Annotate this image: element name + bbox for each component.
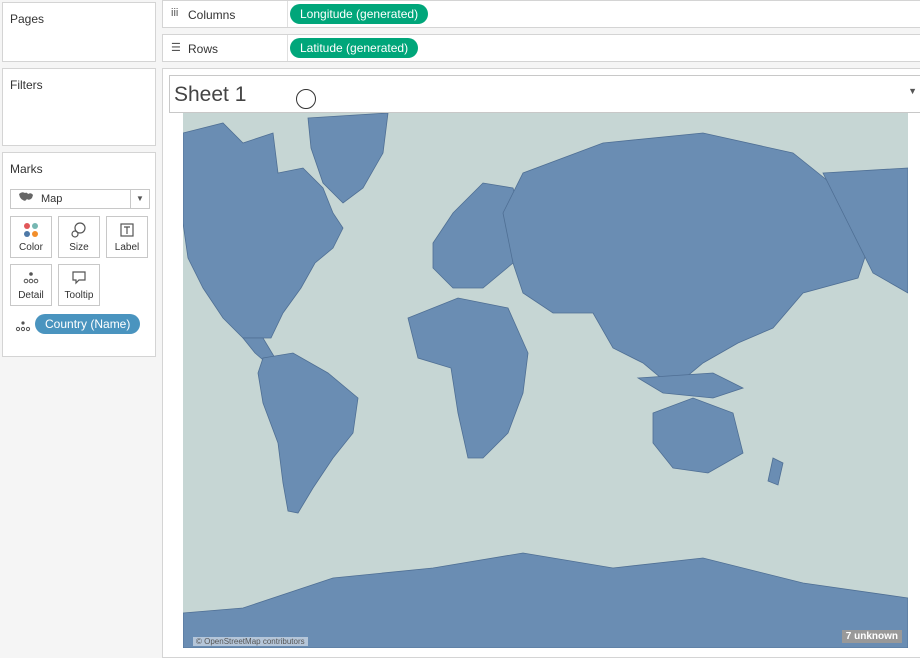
label-label: Label (114, 242, 140, 253)
color-icon (11, 222, 51, 238)
detail-label: Detail (18, 290, 44, 301)
unknown-indicator[interactable]: 7 unknown (841, 630, 902, 643)
country-name-pill[interactable]: Country (Name) (35, 314, 141, 334)
chevron-down-icon[interactable]: ▼ (130, 190, 149, 208)
rows-icon: ☰ (171, 42, 181, 54)
label-icon (107, 222, 147, 238)
color-button[interactable]: Color (10, 216, 52, 258)
tooltip-button[interactable]: Tooltip (58, 264, 100, 306)
filters-card[interactable]: Filters (2, 68, 156, 146)
cursor-icon (296, 89, 316, 109)
map-icon (18, 190, 34, 209)
longitude-pill[interactable]: Longitude (generated) (290, 4, 429, 24)
sheet-title[interactable]: Sheet 1 (174, 83, 246, 107)
australia-landmass (652, 397, 744, 474)
detail-icon (11, 270, 51, 286)
size-button[interactable]: Size (58, 216, 100, 258)
latitude-pill[interactable]: Latitude (generated) (290, 38, 419, 58)
view-pane: Sheet 1 ▼ © OpenStreetMap contributors 7… (162, 68, 920, 658)
map-attribution[interactable]: © OpenStreetMap contributors (193, 637, 308, 646)
antarctica-landmass (183, 552, 908, 648)
world-map[interactable]: © OpenStreetMap contributors 7 unknown (183, 113, 908, 648)
color-label: Color (19, 242, 43, 253)
new-zealand-landmass (767, 457, 784, 486)
south-america-landmass (257, 352, 359, 514)
pages-title: Pages (10, 12, 45, 26)
mark-type-dropdown[interactable]: Map ▼ (10, 189, 150, 209)
filters-title: Filters (10, 78, 43, 92)
columns-icon: iii (171, 7, 179, 19)
map-canvas (183, 113, 908, 648)
detail-button[interactable]: Detail (10, 264, 52, 306)
tooltip-label: Tooltip (64, 290, 94, 301)
label-button[interactable]: Label (106, 216, 148, 258)
pages-card[interactable]: Pages (2, 2, 156, 62)
size-icon (59, 222, 99, 238)
tooltip-icon (59, 270, 99, 286)
rows-shelf[interactable]: ☰ Rows Latitude (generated) (162, 34, 920, 62)
shelf-divider (287, 1, 288, 27)
rows-label: Rows (188, 42, 219, 56)
shelf-divider (287, 35, 288, 61)
mark-type-label: Map (41, 193, 63, 205)
size-label: Size (69, 242, 89, 253)
columns-shelf[interactable]: iii Columns Longitude (generated) (162, 0, 920, 28)
africa-landmass (407, 297, 529, 459)
chevron-down-icon[interactable]: ▼ (908, 86, 917, 96)
sheet-title-bar[interactable]: Sheet 1 ▼ (169, 75, 920, 113)
columns-label: Columns (188, 8, 236, 22)
marks-title: Marks (10, 162, 43, 176)
marks-card: Marks Map ▼ Color Size Label Detail Tool… (2, 152, 156, 357)
southeast-asia-islands (636, 372, 745, 399)
detail-small-icon (15, 319, 31, 337)
asia-landmass (502, 132, 874, 389)
